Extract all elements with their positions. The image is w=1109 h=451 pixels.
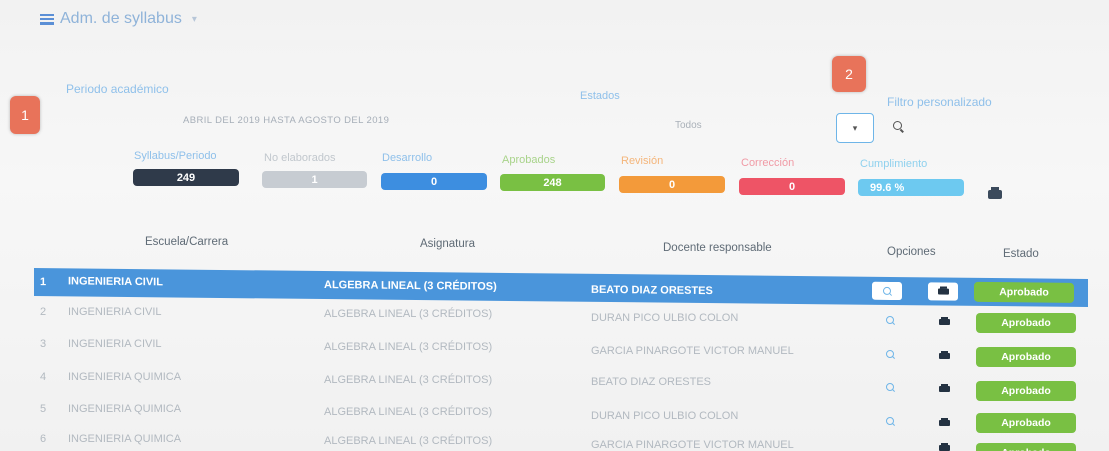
syllabus-admin-screen: Adm. de syllabus ▾ 1 2 Periodo académico… [0, 0, 1109, 451]
stat-value-cumplimiento: 99.6 % [858, 179, 964, 196]
table-row[interactable]: 6 INGENIERIA QUIMICA ALGEBRA LINEAL (3 C… [34, 431, 1088, 451]
print-icon[interactable] [939, 317, 950, 325]
row-escuela: INGENIERIA CIVIL [68, 306, 162, 318]
period-select[interactable]: ABRIL DEL 2019 HASTA AGOSTO DEL 2019 [183, 115, 389, 126]
stat-label-revision: Revisión [621, 155, 664, 167]
search-icon[interactable] [886, 417, 894, 425]
print-icon[interactable] [939, 351, 950, 359]
chevron-down-icon: ▾ [191, 13, 197, 25]
header-opciones: Opciones [887, 246, 936, 258]
search-icon[interactable] [886, 383, 894, 391]
row-number: 1 [40, 276, 47, 289]
stat-label-cumplimiento: Cumplimiento [860, 158, 928, 170]
print-icon[interactable] [939, 443, 950, 451]
period-label: Periodo académico [66, 82, 169, 96]
table-row[interactable]: 2 INGENIERIA CIVIL ALGEBRA LINEAL (3 CRÉ… [34, 300, 1088, 333]
row-docente: GARCIA PINARGOTE VICTOR MANUEL [591, 439, 794, 451]
status-badge: Aprobado [976, 381, 1076, 401]
header-escuela: Escuela/Carrera [145, 236, 229, 248]
view-button[interactable] [872, 281, 902, 301]
app-title-text: Adm. de syllabus [60, 10, 182, 27]
row-number: 5 [40, 403, 47, 415]
search-icon [883, 286, 891, 295]
print-icon [937, 288, 949, 295]
stat-label-syllabus: Syllabus/Periodo [134, 150, 217, 162]
search-icon[interactable] [886, 350, 894, 358]
table-row[interactable]: 4 INGENIERIA QUIMICA ALGEBRA LINEAL (3 C… [34, 367, 1088, 401]
stat-label-no-elaborados: No elaborados [264, 152, 336, 164]
estado-label: Estados [580, 90, 620, 102]
estado-select[interactable]: Todos [675, 120, 702, 131]
row-docente: BEATO DIAZ ORESTES [591, 283, 713, 298]
row-escuela: INGENIERIA QUIMICA [68, 371, 182, 383]
search-icon[interactable] [893, 121, 902, 130]
row-docente: DURAN PICO ULBIO COLON [591, 410, 739, 422]
header-asignatura: Asignatura [420, 238, 475, 250]
stat-value-syllabus: 249 [133, 169, 239, 186]
print-button[interactable] [928, 282, 958, 301]
row-escuela: INGENIERIA QUIMICA [68, 433, 182, 445]
row-escuela: INGENIERIA CIVIL [68, 275, 163, 289]
row-asignatura: ALGEBRA LINEAL (3 CRÉDITOS) [324, 406, 493, 418]
stat-value-desarrollo: 0 [381, 173, 487, 190]
status-badge: Aprobado [976, 347, 1076, 367]
row-asignatura: ALGEBRA LINEAL (3 CRÉDITOS) [324, 308, 493, 320]
print-icon[interactable] [939, 418, 950, 426]
header-estado: Estado [1003, 248, 1039, 260]
app-title[interactable]: Adm. de syllabus ▾ [40, 10, 197, 28]
row-docente: BEATO DIAZ ORESTES [591, 376, 712, 388]
row-docente: DURAN PICO ULBIO COLON [591, 312, 739, 324]
row-escuela: INGENIERIA CIVIL [68, 338, 162, 350]
row-asignatura: ALGEBRA LINEAL (3 CRÉDITOS) [324, 341, 493, 353]
annotation-marker-1: 1 [10, 96, 40, 134]
status-badge: Aprobado [976, 413, 1076, 433]
table-row[interactable]: 3 INGENIERIA CIVIL ALGEBRA LINEAL (3 CRÉ… [34, 333, 1088, 367]
status-badge: Aprobado [976, 313, 1076, 333]
row-escuela: INGENIERIA QUIMICA [68, 403, 182, 415]
row-number: 4 [40, 371, 47, 383]
row-number: 6 [40, 433, 47, 445]
row-asignatura: ALGEBRA LINEAL (3 CRÉDITOS) [324, 374, 493, 386]
stat-value-revision: 0 [619, 176, 725, 193]
row-asignatura: ALGEBRA LINEAL (3 CRÉDITOS) [324, 435, 493, 447]
stat-label-desarrollo: Desarrollo [382, 152, 433, 164]
print-icon[interactable] [939, 384, 950, 392]
table-row[interactable]: 5 INGENIERIA QUIMICA ALGEBRA LINEAL (3 C… [34, 400, 1088, 433]
custom-filter-input[interactable] [916, 116, 1070, 138]
dropdown-toggle-button[interactable]: ▾ [836, 113, 874, 143]
status-badge: Aprobado [976, 443, 1076, 451]
row-number: 2 [40, 306, 47, 318]
stat-label-aprobados: Aprobados [502, 154, 556, 166]
stat-value-no-elaborados: 1 [262, 171, 367, 188]
row-number: 3 [40, 338, 47, 350]
row-docente: GARCIA PINARGOTE VICTOR MANUEL [591, 345, 794, 357]
list-menu-icon [40, 13, 54, 25]
print-icon[interactable] [988, 187, 1002, 199]
search-icon[interactable] [886, 316, 894, 324]
annotation-marker-2: 2 [832, 56, 866, 92]
custom-filter-label: Filtro personalizado [887, 95, 992, 109]
caret-icon: ▾ [852, 122, 858, 133]
row-asignatura: ALGEBRA LINEAL (3 CRÉDITOS) [324, 279, 497, 293]
stat-value-aprobados: 248 [500, 174, 605, 191]
stat-value-correccion: 0 [739, 178, 845, 195]
header-docente: Docente responsable [663, 242, 772, 254]
stat-label-correccion: Corrección [741, 157, 795, 169]
